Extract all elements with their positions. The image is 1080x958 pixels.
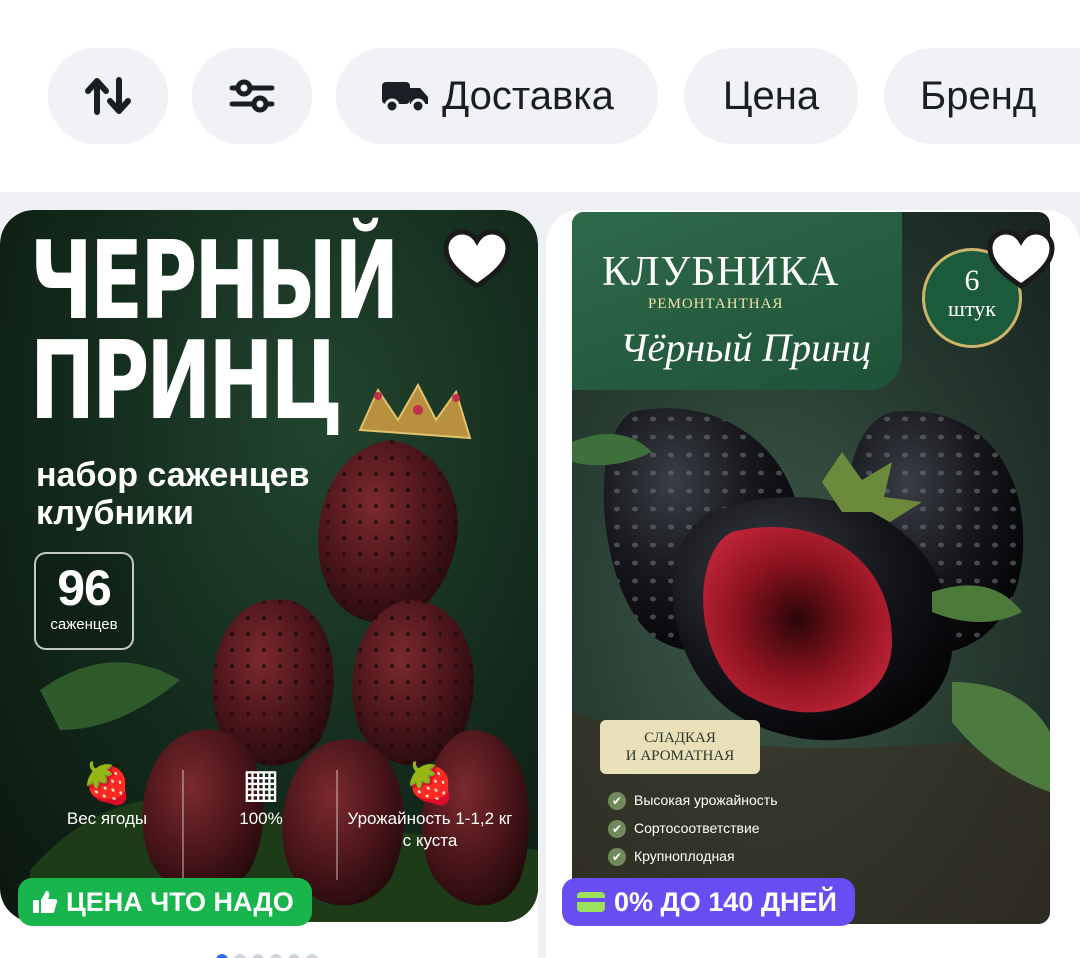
- feature-text: Вес ягоды: [66, 809, 148, 828]
- pagination-dot-active[interactable]: [216, 954, 228, 958]
- seedling-count-badge: 96 саженцев: [34, 552, 134, 650]
- promo-badge: ЦЕНА ЧТО НАДО: [18, 878, 312, 926]
- feature-divider: [336, 770, 338, 880]
- pagination-dot[interactable]: [270, 954, 282, 958]
- feature-divider: [182, 770, 184, 880]
- product-image[interactable]: КЛУБНИКА РЕМОНТАНТНАЯ Чёрный Принц 6 шту…: [572, 212, 1050, 924]
- feature-list-item: Крупноплодная: [608, 842, 778, 870]
- berries-icon: 🍓: [405, 762, 455, 806]
- promo-text: 0% ДО 140 ДНЕЙ: [614, 886, 837, 917]
- product-feed: ЧЕРНЫЙ ПРИНЦ набор саженцев клубники 96 …: [0, 192, 1080, 958]
- art-subtitle-line2: клубники: [36, 494, 194, 532]
- image-pagination[interactable]: [216, 954, 318, 958]
- feature-berry-weight: 🍓 Вес ягоды: [42, 760, 172, 830]
- seedling-count-label: саженцев: [50, 616, 118, 633]
- strawberry-icon: 🍓: [82, 762, 132, 806]
- taste-label-line1: СЛАДКАЯ: [644, 730, 716, 746]
- card-icon: [577, 892, 605, 912]
- pagination-dot[interactable]: [288, 954, 300, 958]
- crate-icon: ▦: [242, 762, 280, 806]
- art-subtitle: набор саженцев клубники: [36, 456, 309, 532]
- feature-percent: ▦ 100%: [196, 760, 326, 830]
- delivery-chip[interactable]: Доставка: [336, 48, 658, 144]
- product-card[interactable]: ЧЕРНЫЙ ПРИНЦ набор саженцев клубники 96 …: [0, 210, 538, 958]
- feature-text: Урожайность 1-1,2 кг с куста: [347, 809, 513, 850]
- art-subtitle-line1: набор саженцев: [36, 456, 310, 494]
- promo-text: ЦЕНА ЧТО НАДО: [66, 886, 294, 917]
- pagination-dot[interactable]: [252, 954, 264, 958]
- brand-chip[interactable]: Бренд: [884, 48, 1080, 144]
- seedling-count: 96: [57, 560, 112, 616]
- art-script-name: Чёрный Принц: [620, 325, 871, 370]
- product-image[interactable]: ЧЕРНЫЙ ПРИНЦ набор саженцев клубники 96 …: [0, 210, 538, 922]
- sliders-icon: [229, 79, 275, 113]
- taste-label: СЛАДКАЯ И АРОМАТНАЯ: [600, 720, 760, 774]
- taste-label-line2: И АРОМАТНАЯ: [625, 748, 735, 764]
- pagination-dot[interactable]: [234, 954, 246, 958]
- art-title-line2: ПРИНЦ: [30, 319, 343, 444]
- price-chip[interactable]: Цена: [684, 48, 858, 144]
- feature-yield: 🍓 Урожайность 1-1,2 кг с куста: [346, 760, 514, 852]
- brand-label: Бренд: [920, 73, 1037, 118]
- filter-chip[interactable]: [192, 48, 312, 144]
- feature-list-item: Высокая урожайность: [608, 786, 778, 814]
- pagination-dot[interactable]: [306, 954, 318, 958]
- favorite-heart-icon[interactable]: [442, 228, 512, 292]
- feature-list-item: Сортосоответствие: [608, 814, 778, 842]
- delivery-label: Доставка: [442, 73, 614, 118]
- art-title-line1: ЧЕРНЫЙ: [30, 219, 399, 344]
- thumbs-up-icon: [33, 891, 58, 913]
- promo-badge: 0% ДО 140 ДНЕЙ: [562, 878, 855, 926]
- art-subtitle: РЕМОНТАНТНАЯ: [648, 296, 784, 312]
- price-label: Цена: [722, 73, 820, 118]
- product-card[interactable]: КЛУБНИКА РЕМОНТАНТНАЯ Чёрный Принц 6 шту…: [546, 210, 1080, 958]
- art-title: КЛУБНИКА: [602, 249, 840, 295]
- favorite-heart-icon[interactable]: [986, 228, 1056, 292]
- sort-arrows-icon: [85, 77, 131, 115]
- sort-chip[interactable]: [48, 48, 168, 144]
- quantity-unit: штук: [948, 296, 996, 321]
- feature-text: 100%: [239, 809, 283, 828]
- truck-icon: [382, 82, 429, 114]
- feature-list: Высокая урожайность Сортосоответствие Кр…: [608, 786, 778, 870]
